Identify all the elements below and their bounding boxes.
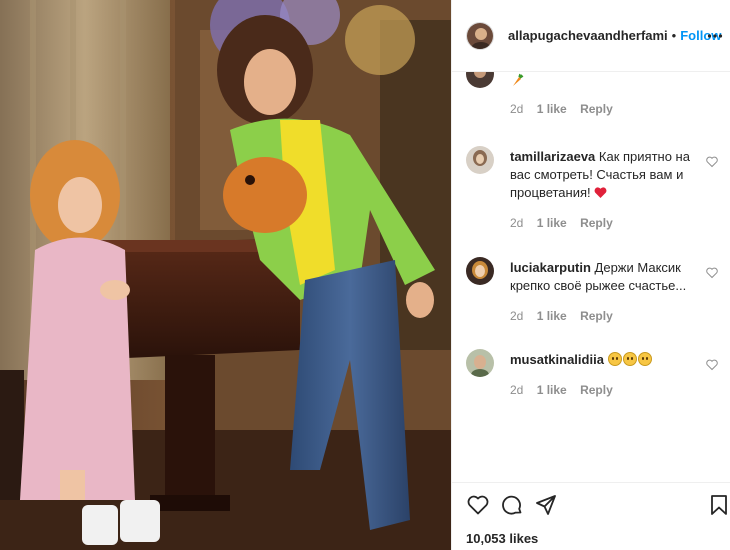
author-avatar[interactable]	[466, 21, 494, 50]
likes-count[interactable]: 10,053 likes	[466, 531, 538, 546]
comment-avatar[interactable]	[466, 146, 494, 174]
paper-plane-icon[interactable]	[534, 493, 558, 517]
face-emoji-icon	[607, 352, 622, 366]
reply-button[interactable]: Reply	[580, 309, 613, 323]
post-side-panel: allapugachevaandherfami • Follow 2d 1 li…	[451, 0, 730, 550]
comment-meta: 2d 1 like Reply	[510, 383, 623, 397]
comment-body: tamillarizaeva Как приятно на вас смотре…	[510, 148, 700, 202]
post-photo-image	[0, 0, 451, 550]
author-username[interactable]: allapugachevaandherfami	[508, 28, 668, 43]
comment-age[interactable]: 2d	[510, 383, 523, 397]
comment-body: musatkinalidiia	[510, 351, 700, 369]
comment-likes[interactable]: 1 like	[537, 216, 567, 230]
comment-meta: 2d 1 like Reply	[510, 102, 623, 116]
comment-meta: 2d 1 like Reply	[510, 216, 623, 230]
face-emoji-icon	[622, 352, 637, 366]
comment-avatar[interactable]	[466, 72, 494, 88]
heart-outline-icon[interactable]	[466, 493, 490, 517]
post-header: allapugachevaandherfami • Follow	[452, 0, 730, 72]
comment-body	[510, 72, 700, 90]
reply-button[interactable]: Reply	[580, 383, 613, 397]
comment-age[interactable]: 2d	[510, 216, 523, 230]
comment-username[interactable]: luciakarputin	[510, 260, 591, 275]
post-photo[interactable]	[0, 0, 451, 550]
comment-body: luciakarputin Держи Максик крепко своё р…	[510, 259, 700, 295]
more-horizontal-icon[interactable]	[707, 28, 723, 44]
comment-like-icon[interactable]	[706, 156, 718, 168]
reply-button[interactable]: Reply	[580, 102, 613, 116]
comment-like-icon[interactable]	[706, 359, 718, 371]
comment-username[interactable]: tamillarizaeva	[510, 149, 595, 164]
comment-username[interactable]: musatkinalidiia	[510, 352, 604, 367]
comment-item: musatkinalidiia 2d 1 like Reply	[466, 349, 726, 409]
comment-likes[interactable]: 1 like	[537, 102, 567, 116]
comment-age[interactable]: 2d	[510, 309, 523, 323]
comment-item: luciakarputin Держи Максик крепко своё р…	[466, 257, 726, 337]
red-heart-emoji-icon	[594, 187, 607, 198]
carrot-emoji-icon	[513, 73, 524, 86]
post-modal: allapugachevaandherfami • Follow 2d 1 li…	[0, 0, 730, 550]
comment-icon[interactable]	[500, 493, 524, 517]
comment-age[interactable]: 2d	[510, 102, 523, 116]
reply-button[interactable]: Reply	[580, 216, 613, 230]
comment-likes[interactable]: 1 like	[537, 309, 567, 323]
bookmark-icon[interactable]	[707, 493, 730, 517]
comment-item: tamillarizaeva Как приятно на вас смотре…	[466, 146, 726, 236]
comment-meta: 2d 1 like Reply	[510, 309, 623, 323]
comment-like-icon[interactable]	[706, 267, 718, 279]
comment-avatar[interactable]	[466, 349, 494, 377]
face-emoji-icon	[637, 352, 652, 366]
comment-avatar[interactable]	[466, 257, 494, 285]
header-separator: •	[671, 28, 677, 43]
comments-list: 2d 1 like Reply tamillarizaeva Как прият…	[452, 72, 730, 482]
post-actions-bar: 10,053 likes	[452, 482, 730, 550]
comment-likes[interactable]: 1 like	[537, 383, 567, 397]
comment-item: 2d 1 like Reply	[466, 72, 726, 120]
